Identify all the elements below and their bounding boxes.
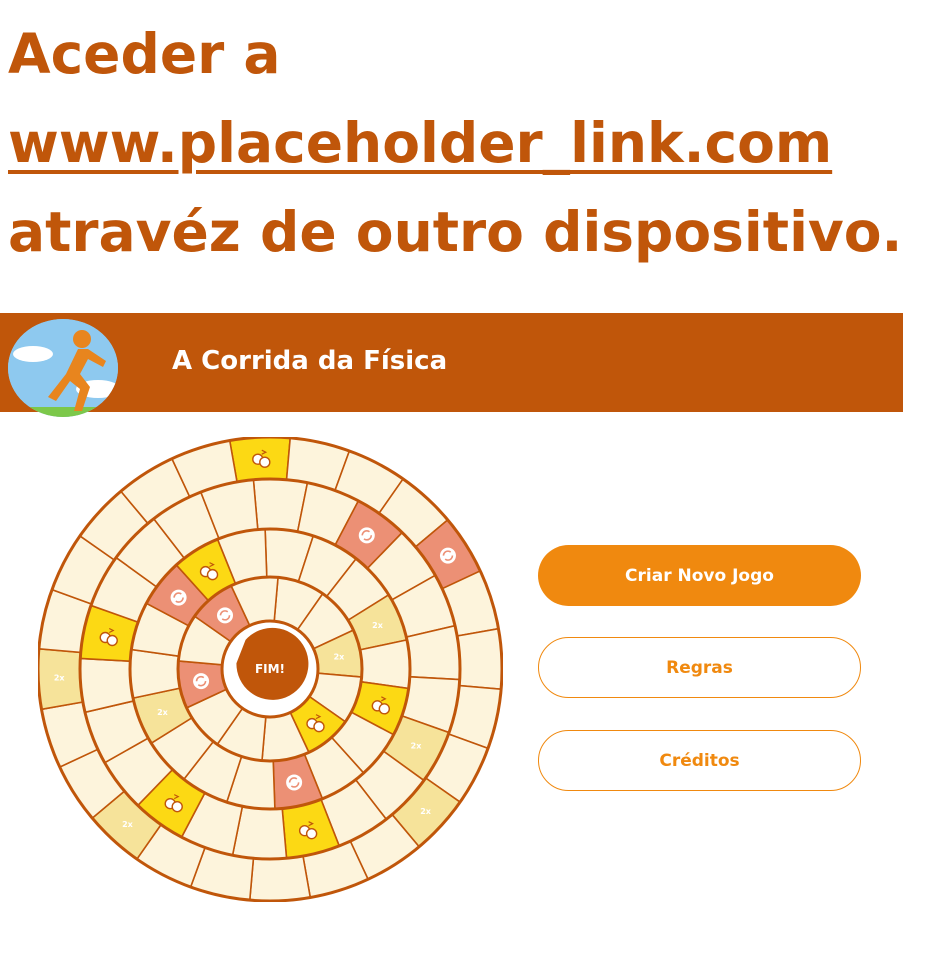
double-label: 2x xyxy=(420,807,432,816)
refresh-icon xyxy=(358,527,375,544)
double-label: 2x xyxy=(122,820,134,829)
double-label: 2x xyxy=(334,652,346,661)
new-game-button[interactable]: Criar Novo Jogo xyxy=(538,545,861,606)
instruction-line-3: atravéz de outro dispositivo. xyxy=(8,200,903,264)
finish-label: FIM! xyxy=(255,662,285,676)
runner-logo xyxy=(8,319,118,417)
refresh-icon xyxy=(170,589,187,606)
refresh-icon xyxy=(439,547,456,564)
double-label: 2x xyxy=(157,708,169,717)
rules-button[interactable]: Regras xyxy=(538,637,861,698)
credits-button[interactable]: Créditos xyxy=(538,730,861,791)
game-board[interactable]: 2x 2x 2x 2x 2x 2x 2x FIM! xyxy=(38,437,503,902)
instruction-line-1: Aceder a xyxy=(8,22,281,86)
app-header xyxy=(0,313,903,412)
double-label: 2x xyxy=(411,741,423,750)
refresh-icon xyxy=(217,607,234,624)
board-cell xyxy=(248,855,312,902)
refresh-icon xyxy=(193,673,210,690)
app-title: A Corrida da Física xyxy=(172,346,448,376)
double-label: 2x xyxy=(54,674,66,683)
refresh-icon xyxy=(286,774,303,791)
double-label: 2x xyxy=(372,621,384,630)
board-cell xyxy=(456,627,503,691)
instructions: Aceder a www.placeholder_link.com atravé… xyxy=(8,10,938,277)
access-link[interactable]: www.placeholder_link.com xyxy=(8,111,832,175)
